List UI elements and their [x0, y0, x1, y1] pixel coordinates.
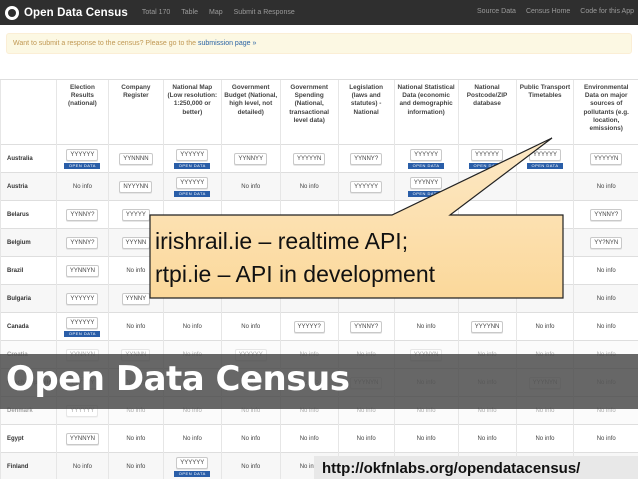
callout-text: irishrail.ie – realtime API; rtpi.ie – A…: [155, 225, 435, 291]
callout-line-2: rtpi.ie – API in development: [155, 261, 435, 287]
banner-title: Open Data Census: [6, 359, 350, 399]
callout-line-1: irishrail.ie – realtime API;: [155, 228, 409, 254]
source-url: http://okfnlabs.org/opendatacensus/: [322, 460, 581, 477]
